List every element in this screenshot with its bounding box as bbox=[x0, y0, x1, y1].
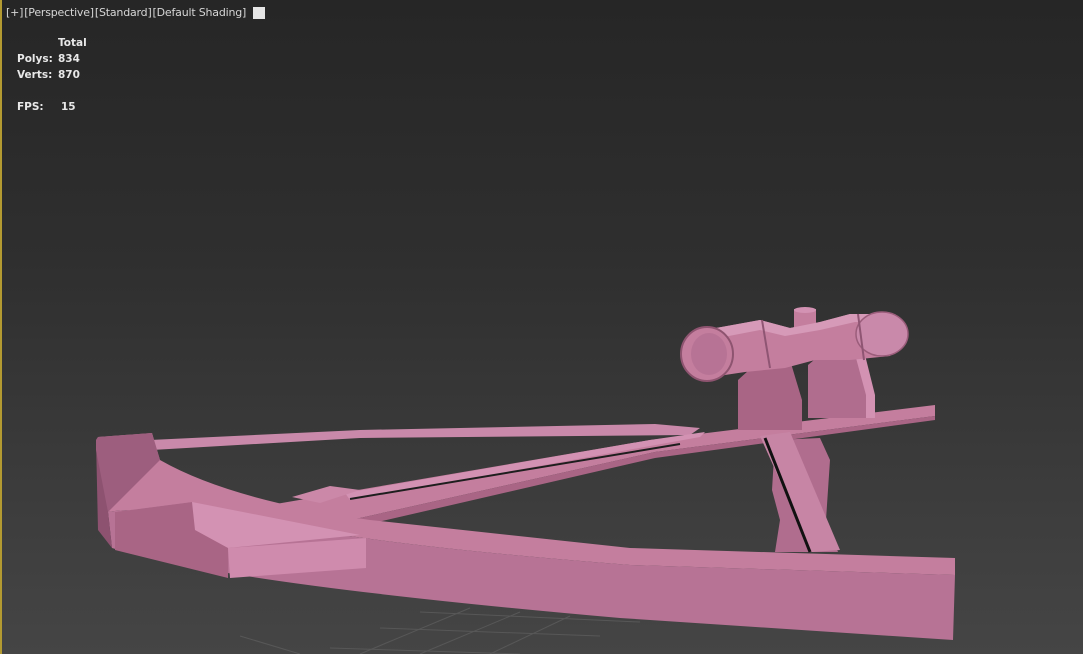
viewport-options-square-icon[interactable] bbox=[253, 7, 266, 19]
viewport-label-menu[interactable]: [+] [Perspective] [Standard] [Default Sh… bbox=[6, 6, 266, 20]
scene-render[interactable] bbox=[0, 0, 1083, 654]
viewport-standard-menu[interactable]: [Standard] bbox=[95, 6, 152, 20]
stats-header: Total bbox=[58, 37, 87, 49]
arrow-groove bbox=[345, 432, 705, 500]
viewport-general-menu[interactable]: [+] bbox=[6, 6, 23, 20]
stats-fps-label: FPS: bbox=[17, 101, 44, 113]
crossbow-model[interactable] bbox=[96, 307, 955, 640]
scope-post-top bbox=[794, 307, 816, 313]
stats-verts-label: Verts: bbox=[17, 69, 53, 81]
stats-polys-label: Polys: bbox=[17, 53, 53, 65]
perspective-viewport[interactable]: [+] [Perspective] [Standard] [Default Sh… bbox=[0, 0, 1083, 654]
crossbow-stock bbox=[270, 405, 935, 522]
viewport-point-of-view-menu[interactable]: [Perspective] bbox=[24, 6, 94, 20]
stats-verts-value: 870 bbox=[58, 69, 80, 81]
scope-front-lens-inner bbox=[691, 333, 727, 375]
stats-polys-value: 834 bbox=[58, 53, 80, 65]
viewport-shading-menu[interactable]: [Default Shading] bbox=[153, 6, 247, 20]
scope-rear-lens bbox=[855, 311, 909, 357]
ground-grid bbox=[239, 607, 641, 654]
arrow-groove-shadow bbox=[349, 443, 681, 500]
stats-fps-value: 15 bbox=[61, 101, 76, 113]
scope bbox=[680, 307, 909, 382]
